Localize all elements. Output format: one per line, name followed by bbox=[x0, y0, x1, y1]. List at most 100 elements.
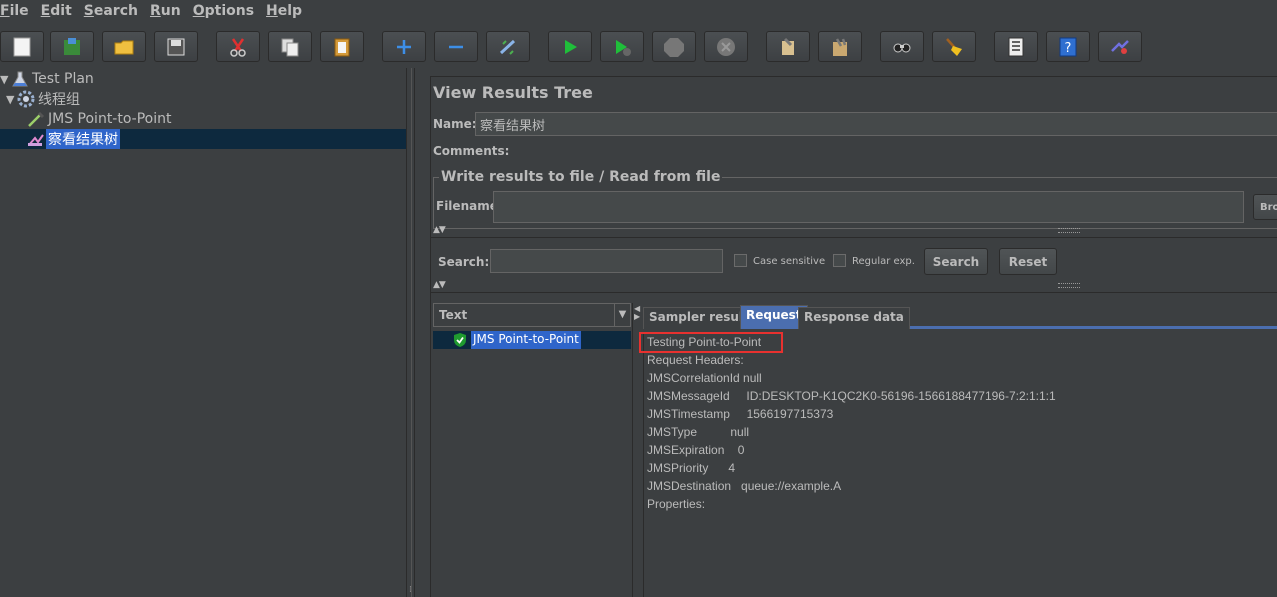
shutdown-button[interactable] bbox=[704, 31, 748, 62]
main-splitter[interactable]: ⁞ bbox=[406, 68, 420, 597]
results-list-header[interactable]: Text ▼ bbox=[433, 303, 631, 327]
collapse-grip-icon[interactable] bbox=[1058, 283, 1080, 288]
tree-item-jms-sampler[interactable]: JMS Point-to-Point bbox=[26, 109, 173, 129]
tree-item-test-plan[interactable]: ▼ Test Plan bbox=[0, 69, 96, 89]
list-item[interactable]: JMS Point-to-Point bbox=[433, 331, 631, 349]
new-button[interactable] bbox=[0, 31, 44, 62]
flask-icon bbox=[12, 71, 28, 87]
collapse-arrows-icon[interactable]: ▲▼ bbox=[433, 280, 446, 290]
request-line: JMSDestination queue://example.A bbox=[647, 479, 842, 493]
shutdown-icon bbox=[717, 37, 735, 56]
browse-button[interactable]: Bro bbox=[1253, 194, 1277, 220]
clear-all-icon bbox=[833, 37, 847, 56]
collapse-grip-icon[interactable] bbox=[1058, 228, 1080, 233]
start-no-pauses-icon bbox=[616, 39, 631, 56]
tree-item-label: 线程组 bbox=[38, 92, 80, 108]
expand-toggle-icon[interactable]: ▼ bbox=[0, 73, 10, 86]
menu-options[interactable]: Options bbox=[193, 3, 254, 19]
reset-button[interactable]: Reset bbox=[999, 248, 1057, 275]
cut-icon bbox=[230, 37, 246, 57]
tab-response-data[interactable]: Response data bbox=[798, 307, 910, 329]
chevron-down-icon[interactable]: ▼ bbox=[614, 304, 630, 326]
svg-text:?: ? bbox=[1065, 41, 1072, 56]
templates-icon bbox=[64, 37, 80, 55]
collapse-bar[interactable]: ▲▼ bbox=[431, 225, 1277, 238]
regular-exp-checkbox[interactable] bbox=[833, 254, 846, 267]
menu-help[interactable]: Help bbox=[266, 3, 302, 19]
start-no-pauses-button[interactable] bbox=[600, 31, 644, 62]
remote-start-button[interactable] bbox=[1098, 31, 1142, 62]
open-button[interactable] bbox=[102, 31, 146, 62]
panel-title: View Results Tree bbox=[433, 83, 593, 102]
name-input[interactable] bbox=[475, 112, 1277, 136]
request-line: JMSExpiration 0 bbox=[647, 443, 745, 457]
function-helper-icon bbox=[1008, 37, 1024, 56]
request-content: Testing Point-to-Point Request Headers: … bbox=[639, 332, 1277, 597]
start-icon bbox=[565, 39, 577, 54]
request-line: Request Headers: bbox=[647, 353, 744, 367]
start-button[interactable] bbox=[548, 31, 592, 62]
results-list: Text ▼ JMS Point-to-Point bbox=[433, 303, 631, 597]
stop-button[interactable] bbox=[652, 31, 696, 62]
help-button[interactable]: ? bbox=[1046, 31, 1090, 62]
pipette-icon bbox=[28, 111, 45, 127]
copy-button[interactable] bbox=[268, 31, 312, 62]
collapse-icon bbox=[449, 45, 463, 48]
search-icon bbox=[893, 43, 911, 52]
menu-edit[interactable]: Edit bbox=[41, 3, 72, 19]
expand-all-button[interactable] bbox=[382, 31, 426, 62]
success-shield-icon bbox=[454, 333, 466, 347]
expand-toggle-icon[interactable]: ▼ bbox=[6, 93, 16, 106]
case-sensitive-checkbox[interactable] bbox=[734, 254, 747, 267]
name-label: Name: bbox=[433, 117, 477, 131]
search-button-toolbar[interactable] bbox=[880, 31, 924, 62]
search-label: Search: bbox=[438, 255, 490, 269]
menu-file[interactable]: File bbox=[0, 3, 29, 19]
tree-item-view-results-tree[interactable]: 察看结果树 bbox=[26, 129, 120, 149]
clear-icon bbox=[782, 37, 794, 55]
menu-search[interactable]: Search bbox=[84, 3, 138, 19]
request-line: Testing Point-to-Point bbox=[647, 335, 762, 349]
clear-all-button[interactable] bbox=[818, 31, 862, 62]
reset-search-button[interactable] bbox=[932, 31, 976, 62]
toolbar: ? bbox=[0, 25, 1277, 67]
splitter-grip-icon[interactable]: ⁞ bbox=[409, 585, 412, 595]
listener-icon bbox=[28, 134, 44, 146]
filename-input[interactable] bbox=[493, 191, 1244, 223]
tab-sampler-result[interactable]: Sampler result bbox=[643, 307, 755, 329]
splitter-arrows-icon[interactable]: ◀ ▶ bbox=[634, 305, 640, 321]
request-line: JMSMessageId ID:DESKTOP-K1QC2K0-56196-15… bbox=[647, 389, 1056, 403]
tree-item-label: 察看结果树 bbox=[46, 129, 120, 149]
search-input[interactable] bbox=[490, 249, 723, 273]
tree-item-thread-group[interactable]: ▼ 线程组 bbox=[6, 89, 82, 109]
list-item-label: JMS Point-to-Point bbox=[471, 331, 581, 349]
paste-button[interactable] bbox=[320, 31, 364, 62]
result-tabs: Sampler result Request Response data bbox=[643, 305, 1277, 329]
collapse-bar-2[interactable]: ▲▼ bbox=[431, 280, 1277, 293]
function-helper-button[interactable] bbox=[994, 31, 1038, 62]
remote-start-icon bbox=[1111, 39, 1129, 54]
request-line: JMSCorrelationId null bbox=[647, 371, 762, 385]
request-line: Properties: bbox=[647, 497, 706, 511]
results-header-label: Text bbox=[439, 308, 468, 322]
gear-icon bbox=[17, 90, 35, 108]
collapse-arrows-icon[interactable]: ▲▼ bbox=[433, 225, 446, 235]
request-line: JMSTimestamp 1566197715373 bbox=[647, 407, 834, 421]
cut-button[interactable] bbox=[216, 31, 260, 62]
toggle-button[interactable] bbox=[486, 31, 530, 62]
save-button[interactable] bbox=[154, 31, 198, 62]
toggle-icon bbox=[499, 39, 516, 55]
view-results-tree-panel: View Results Tree Name: Comments: Write … bbox=[420, 68, 1277, 597]
templates-button[interactable] bbox=[50, 31, 94, 62]
open-icon bbox=[114, 40, 134, 54]
comments-label: Comments: bbox=[433, 144, 510, 158]
tree-item-label: Test Plan bbox=[32, 71, 94, 87]
search-button[interactable]: Search bbox=[924, 248, 988, 275]
clear-button[interactable] bbox=[766, 31, 810, 62]
tree-item-label: JMS Point-to-Point bbox=[48, 111, 172, 127]
write-results-group-title: Write results to file / Read from file bbox=[439, 169, 723, 185]
menu-run[interactable]: Run bbox=[150, 3, 181, 19]
collapse-all-button[interactable] bbox=[434, 31, 478, 62]
menu-bar: File Edit Search Run Options Help bbox=[0, 0, 1277, 22]
help-icon: ? bbox=[1059, 37, 1077, 56]
